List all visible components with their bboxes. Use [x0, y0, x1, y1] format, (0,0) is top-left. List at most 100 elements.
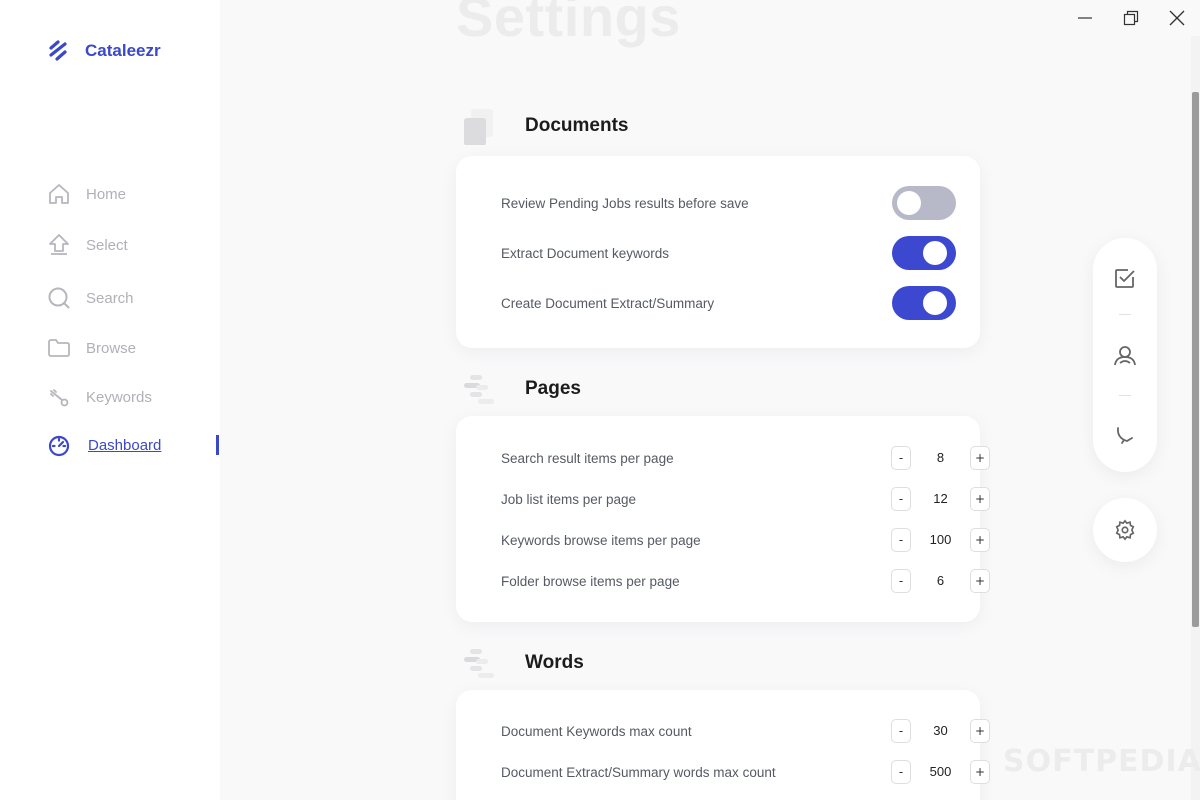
- stepper-value[interactable]: 8: [911, 446, 970, 470]
- restore-icon: [1123, 10, 1139, 26]
- app-name: Cataleezr: [85, 41, 161, 60]
- search-items-stepper: - 8 +: [891, 446, 990, 470]
- page-title: Settings: [456, 0, 681, 48]
- setting-row: Folder browse items per page - 6 +: [501, 566, 990, 596]
- documents-section-header: [462, 107, 496, 145]
- documents-card: Review Pending Jobs results before save …: [456, 156, 980, 348]
- stepper-value[interactable]: 100: [911, 528, 970, 552]
- stepper-value[interactable]: 6: [911, 569, 970, 593]
- pages-section-header: [462, 372, 496, 410]
- setting-label: Folder browse items per page: [501, 573, 680, 589]
- setting-label: Document Extract/Summary words max count: [501, 764, 776, 780]
- setting-label: Keywords browse items per page: [501, 532, 701, 548]
- create-summary-toggle[interactable]: [892, 286, 956, 320]
- user-icon[interactable]: [1113, 344, 1137, 368]
- settings-gear-button[interactable]: [1093, 498, 1157, 562]
- increment-button[interactable]: +: [970, 719, 990, 743]
- words-section-header: [462, 646, 496, 684]
- setting-row: Extract Document keywords: [501, 236, 980, 270]
- sidebar-item-label: Select: [86, 236, 128, 254]
- sidebar-item-select[interactable]: Select: [46, 232, 128, 258]
- decrement-button[interactable]: -: [891, 569, 911, 593]
- restore-button[interactable]: [1108, 0, 1154, 36]
- setting-row: Review Pending Jobs results before save: [501, 186, 980, 220]
- active-indicator: [216, 435, 219, 455]
- job-list-items-stepper: - 12 +: [891, 487, 990, 511]
- sidebar-item-label: Search: [86, 289, 134, 307]
- sidebar-item-browse[interactable]: Browse: [46, 335, 136, 361]
- setting-label: Review Pending Jobs results before save: [501, 195, 749, 211]
- sidebar-item-label: Keywords: [86, 388, 152, 406]
- sidebar-item-label: Browse: [86, 339, 137, 357]
- sidebar-item-keywords[interactable]: Keywords: [46, 384, 152, 410]
- words-icon: [464, 649, 494, 678]
- words-card: Document Keywords max count - 30 + Docum…: [456, 690, 990, 800]
- quick-actions-panel: [1093, 238, 1157, 472]
- section-title-words: Words: [525, 652, 584, 673]
- divider: [1119, 314, 1131, 315]
- keywords-max-count-stepper: - 30 +: [891, 719, 990, 743]
- close-icon: [1169, 10, 1185, 26]
- checklist-icon[interactable]: [1113, 266, 1137, 290]
- decrement-button[interactable]: -: [891, 487, 911, 511]
- pages-icon: [464, 375, 494, 404]
- divider: [1119, 395, 1131, 396]
- setting-label: Job list items per page: [501, 491, 637, 507]
- setting-row: Job list items per page - 12 +: [501, 484, 990, 514]
- setting-label: Document Keywords max count: [501, 723, 692, 739]
- documents-icon: [464, 109, 493, 145]
- keywords-browse-items-stepper: - 100 +: [891, 528, 990, 552]
- app-logo[interactable]: Cataleezr: [48, 40, 161, 62]
- logo-icon: [49, 40, 67, 61]
- gear-icon: [1115, 519, 1135, 541]
- minimize-icon: [1078, 17, 1092, 19]
- sidebar: Cataleezr Home Select Search Browse Keyw…: [0, 0, 220, 800]
- setting-label: Create Document Extract/Summary: [501, 295, 715, 311]
- sidebar-item-home[interactable]: Home: [46, 181, 126, 207]
- increment-button[interactable]: +: [970, 487, 990, 511]
- sidebar-item-search[interactable]: Search: [46, 285, 134, 311]
- minimize-button[interactable]: [1062, 0, 1108, 36]
- dashboard-icon: [46, 432, 72, 458]
- setting-row: Search result items per page - 8 +: [501, 443, 990, 473]
- summary-words-max-count-stepper: - 500 +: [891, 760, 990, 784]
- setting-row: Document Keywords max count - 30 +: [501, 716, 990, 746]
- stepper-value[interactable]: 500: [911, 760, 970, 784]
- sidebar-item-label: Dashboard: [88, 436, 162, 454]
- section-title-documents: Documents: [525, 115, 629, 136]
- upload-icon: [46, 232, 72, 258]
- folder-icon: [46, 335, 72, 361]
- toggle-knob: [923, 241, 947, 265]
- decrement-button[interactable]: -: [891, 528, 911, 552]
- home-icon: [46, 181, 72, 207]
- decrement-button[interactable]: -: [891, 760, 911, 784]
- window-controls: [1062, 0, 1200, 36]
- folder-browse-items-stepper: - 6 +: [891, 569, 990, 593]
- stepper-value[interactable]: 12: [911, 487, 970, 511]
- setting-label: Extract Document keywords: [501, 245, 670, 261]
- watermark: SOFTPEDIA: [1003, 744, 1200, 779]
- increment-button[interactable]: +: [970, 528, 990, 552]
- decrement-button[interactable]: -: [891, 719, 911, 743]
- setting-row: Create Document Extract/Summary: [501, 286, 980, 320]
- sidebar-item-dashboard[interactable]: Dashboard: [46, 432, 161, 458]
- setting-row: Document Extract/Summary words max count…: [501, 757, 990, 787]
- pages-card: Search result items per page - 8 + Job l…: [456, 416, 990, 622]
- scrollbar-thumb[interactable]: [1192, 92, 1199, 627]
- phone-icon[interactable]: [1113, 424, 1137, 448]
- increment-button[interactable]: +: [970, 446, 990, 470]
- key-icon: [46, 384, 72, 410]
- setting-row: Keywords browse items per page - 100 +: [501, 525, 990, 555]
- decrement-button[interactable]: -: [891, 446, 911, 470]
- extract-keywords-toggle[interactable]: [892, 236, 956, 270]
- close-button[interactable]: [1154, 0, 1200, 36]
- review-pending-jobs-toggle[interactable]: [892, 186, 956, 220]
- increment-button[interactable]: +: [970, 760, 990, 784]
- setting-label: Search result items per page: [501, 450, 674, 466]
- search-icon: [46, 285, 72, 311]
- toggle-knob: [897, 191, 921, 215]
- stepper-value[interactable]: 30: [911, 719, 970, 743]
- section-title-pages: Pages: [525, 378, 581, 399]
- sidebar-item-label: Home: [86, 185, 127, 203]
- increment-button[interactable]: +: [970, 569, 990, 593]
